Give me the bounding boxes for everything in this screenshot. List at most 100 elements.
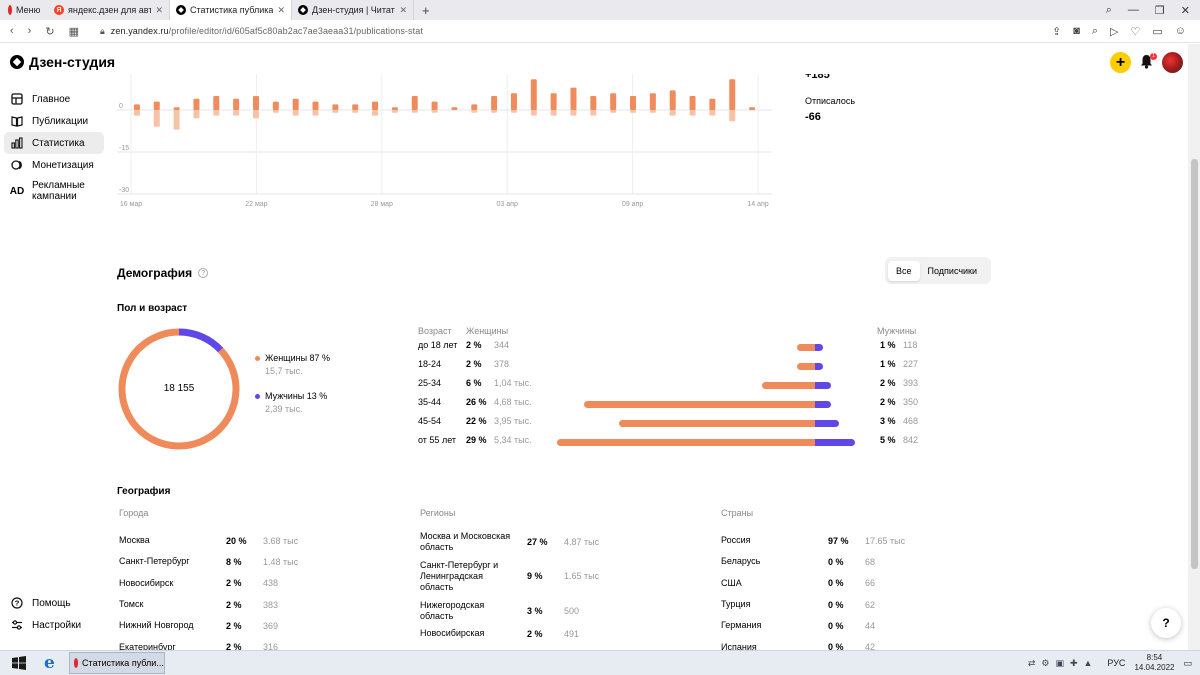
internet-explorer-icon[interactable]: e [44,653,55,673]
back-icon[interactable]: ‹ [10,25,14,38]
subscribed-bar[interactable] [431,101,438,110]
subscribed-bar[interactable] [451,107,458,110]
unsubscribed-bar[interactable] [352,110,359,113]
subscribed-bar[interactable] [669,90,676,110]
unsubscribed-bar[interactable] [411,110,418,113]
tabs-grid-icon[interactable]: ▦ [69,25,79,38]
subscribed-bar[interactable] [590,96,597,110]
unsubscribed-bar[interactable] [153,110,160,127]
zen-studio-logo[interactable]: Дзен-студия [10,54,115,70]
scrollbar-thumb[interactable] [1191,159,1198,569]
page-scrollbar[interactable] [1188,44,1200,650]
subscribed-bar[interactable] [411,96,418,110]
unsubscribed-bar[interactable] [669,110,676,116]
unsubscribed-bar[interactable] [133,110,140,116]
subscribed-bar[interactable] [630,96,637,110]
unsubscribed-bar[interactable] [431,110,438,113]
subscribed-bar[interactable] [530,79,537,110]
create-button[interactable]: + [1110,52,1131,73]
subscribed-bar[interactable] [491,96,498,110]
unsubscribed-bar[interactable] [570,110,577,116]
subscribed-bar[interactable] [471,104,478,110]
play-icon[interactable]: ▷ [1110,25,1118,38]
share-icon[interactable]: ⇪ [1052,25,1061,38]
search-icon[interactable]: ⌕ [1092,25,1098,38]
wallet-icon[interactable]: ▭ [1152,25,1162,38]
unsubscribed-bar[interactable] [173,110,180,130]
clock[interactable]: 8:54 14.04.2022 [1134,653,1174,673]
unsubscribed-bar[interactable] [610,110,617,113]
sidebar-item-ad-campaigns[interactable]: AD Рекламные кампании [4,176,104,206]
subscribed-bar[interactable] [312,101,319,110]
unsubscribed-bar[interactable] [391,110,398,113]
notifications-icon[interactable]: ▭ [1183,658,1192,669]
unsubscribed-bar[interactable] [510,110,517,113]
maximize-icon[interactable]: ❐ [1155,4,1165,17]
subscribed-bar[interactable] [272,101,279,110]
unsubscribed-bar[interactable] [312,110,319,116]
camera-icon[interactable]: ◙ [1073,25,1080,38]
subscribed-bar[interactable] [213,96,220,110]
reload-icon[interactable]: ↻ [45,25,54,38]
tab-yandex-search[interactable]: Я яндекс.дзен для авторов о ✕ [48,0,170,20]
subscribed-bar[interactable] [332,104,339,110]
subscribed-bar[interactable] [749,107,756,110]
subscribed-bar[interactable] [193,98,200,110]
tab-zen-readers[interactable]: Дзен-студия | Читатели Д ✕ [292,0,414,20]
seg-subscribers-button[interactable]: Подписчики [920,261,986,281]
close-window-icon[interactable]: ✕ [1181,4,1190,17]
unsubscribed-bar[interactable] [491,110,498,113]
unsubscribed-bar[interactable] [471,110,478,113]
subscribed-bar[interactable] [173,107,180,110]
subscribed-bar[interactable] [372,101,379,110]
seg-all-button[interactable]: Все [888,260,920,281]
tray-icons[interactable]: ⇄⚙▣✚▲ [1028,658,1099,669]
opera-menu-button[interactable]: Меню [0,5,48,15]
taskbar-opera-window[interactable]: Статистика публи... [68,652,165,674]
minimize-icon[interactable]: — [1128,4,1139,17]
sidebar-item-statistics[interactable]: Статистика [4,132,104,154]
unsubscribed-bar[interactable] [292,110,299,116]
subscribed-bar[interactable] [153,101,160,110]
unsubscribed-bar[interactable] [689,110,696,116]
tab-close-icon[interactable]: ✕ [277,5,285,16]
subscribed-bar[interactable] [610,93,617,110]
unsubscribed-bar[interactable] [709,110,716,116]
keyboard-language[interactable]: РУС [1107,658,1125,668]
subscribed-bar[interactable] [292,98,299,110]
forward-icon[interactable]: › [28,25,32,38]
avatar[interactable] [1162,52,1183,73]
help-floating-button[interactable]: ? [1151,608,1181,638]
subscribed-bar[interactable] [391,107,398,110]
profile-icon[interactable]: ☺ [1175,25,1186,38]
sidebar-item-help[interactable]: ? Помощь [4,592,104,614]
unsubscribed-bar[interactable] [252,110,259,119]
subscribed-bar[interactable] [252,96,259,110]
subscribed-bar[interactable] [689,96,696,110]
tab-close-icon[interactable]: ✕ [155,5,163,16]
tab-close-icon[interactable]: ✕ [399,5,407,16]
unsubscribed-bar[interactable] [630,110,637,113]
unsubscribed-bar[interactable] [233,110,240,116]
tab-publications-stat[interactable]: Статистика публикаций | Д ✕ [170,0,292,20]
sidebar-item-settings[interactable]: Настройки [4,614,104,636]
subscribed-bar[interactable] [550,93,557,110]
unsubscribed-bar[interactable] [332,110,339,113]
sidebar-item-main[interactable]: Главное [4,88,104,110]
unsubscribed-bar[interactable] [550,110,557,116]
unsubscribed-bar[interactable] [272,110,279,113]
subscribed-bar[interactable] [133,104,140,110]
subscribed-bar[interactable] [510,93,517,110]
subscribed-bar[interactable] [570,87,577,110]
unsubscribed-bar[interactable] [649,110,656,113]
sidebar-item-publications[interactable]: Публикации [4,110,104,132]
url-field[interactable]: zen.yandex.ru/profile/editor/id/605af5c8… [111,26,423,36]
subscribed-bar[interactable] [649,93,656,110]
subscribed-bar[interactable] [709,98,716,110]
question-icon[interactable]: ? [198,268,209,278]
subscribed-bar[interactable] [352,104,359,110]
unsubscribed-bar[interactable] [372,110,379,116]
subscribed-bar[interactable] [729,79,736,110]
unsubscribed-bar[interactable] [213,110,220,116]
sidebar-item-monetization[interactable]: Монетизация [4,154,104,176]
